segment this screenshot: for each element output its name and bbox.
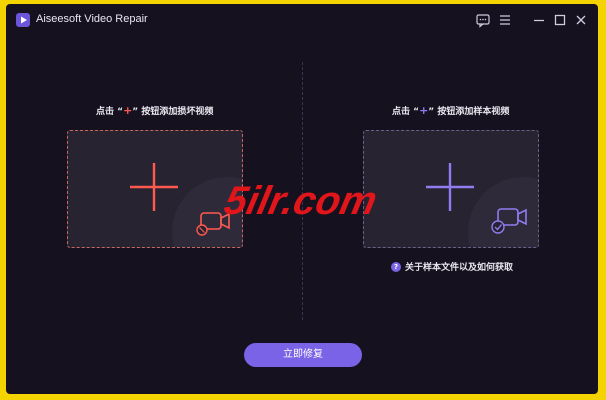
camera-check-icon: [491, 208, 527, 234]
close-icon[interactable]: [573, 12, 589, 28]
left-hint: 点击 “+” 按钮添加损坏视频: [96, 104, 213, 117]
left-hint-prefix: 点击 “: [96, 107, 124, 117]
repair-now-button[interactable]: 立即修复: [244, 343, 362, 367]
app-title: Aiseesoft Video Repair: [36, 13, 148, 25]
right-hint-plus: +: [419, 104, 429, 117]
menu-icon[interactable]: [497, 12, 513, 28]
app-logo-icon: [16, 13, 30, 27]
titlebar: Aiseesoft Video Repair: [6, 4, 598, 36]
watermark-text: 5ilr.com: [220, 177, 381, 222]
sample-file-help-link[interactable]: ? 关于样本文件以及如何获取: [391, 260, 513, 273]
feedback-icon[interactable]: [475, 12, 491, 28]
maximize-icon[interactable]: [552, 12, 568, 28]
left-hint-suffix: ” 按钮添加损坏视频: [132, 107, 214, 117]
right-hint-prefix: 点击 “: [392, 107, 420, 117]
app-window: Aiseesoft Video Repair 点击 “+” 按钮添加损坏视频 点…: [6, 4, 598, 394]
right-hint: 点击 “+” 按钮添加样本视频: [392, 104, 509, 117]
right-hint-suffix: ” 按钮添加样本视频: [428, 107, 510, 117]
minimize-icon[interactable]: [531, 12, 547, 28]
left-hint-plus: +: [123, 104, 133, 117]
watermark-logo: 5ilr.com: [220, 177, 381, 222]
help-icon: ?: [391, 261, 401, 272]
help-link-text: 关于样本文件以及如何获取: [405, 263, 514, 273]
